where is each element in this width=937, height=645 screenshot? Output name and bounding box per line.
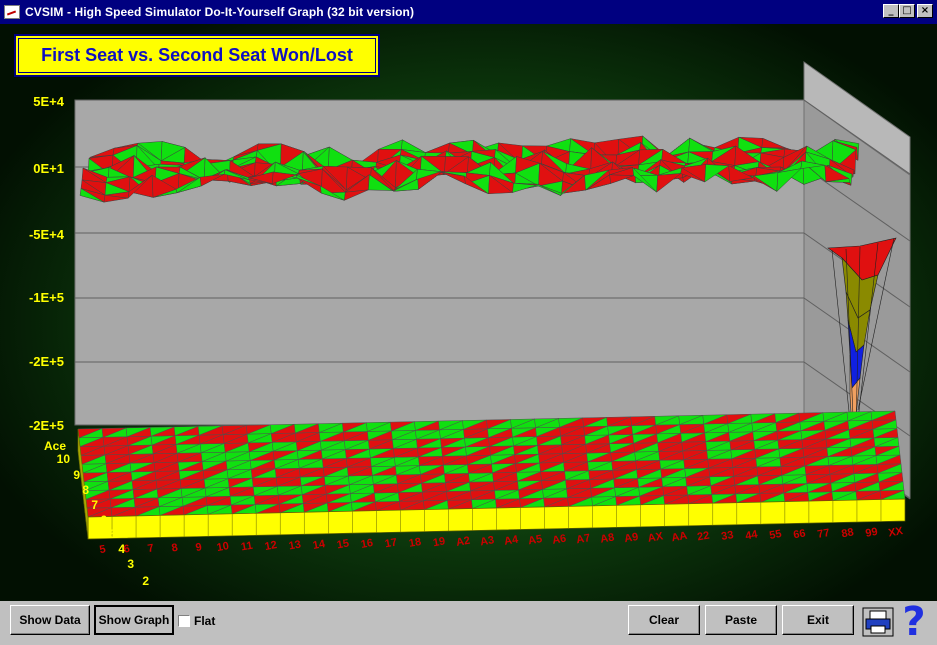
- x-tick-label: A6: [551, 533, 567, 547]
- y-tick-label: 3: [127, 557, 134, 571]
- x-tick-label: 9: [195, 541, 203, 554]
- x-tick-label: 6: [123, 543, 131, 556]
- window-controls: _ □ ×: [883, 4, 933, 18]
- x-tick-label: 44: [744, 528, 759, 542]
- x-tick-label: 22: [696, 530, 710, 544]
- flat-label: Flat: [194, 614, 215, 628]
- x-tick-label: 18: [408, 536, 422, 550]
- x-tick-label: 11: [240, 540, 254, 554]
- flat-option[interactable]: Flat: [178, 614, 215, 628]
- floor-mesh: [78, 411, 905, 517]
- flat-checkbox[interactable]: [178, 615, 190, 627]
- show-graph-button[interactable]: Show Graph: [94, 605, 174, 635]
- x-tick-label: A9: [623, 531, 639, 545]
- app-graph-icon[interactable]: [4, 5, 20, 19]
- window-title: CVSIM - High Speed Simulator Do-It-Yours…: [25, 5, 414, 19]
- y-tick-label: 8: [82, 483, 89, 497]
- printer-icon[interactable]: [862, 607, 894, 637]
- y-tick-label: 2: [142, 574, 149, 588]
- surface-plot: 5E+40E+1-5E+4-1E+5-2E+5-2E+5 Ace10987654…: [0, 24, 937, 601]
- y-tick-label: Ace: [44, 439, 66, 453]
- x-tick-label: AA: [671, 530, 689, 545]
- x-tick-label: 10: [216, 540, 230, 554]
- x-tick-label: 88: [841, 526, 855, 540]
- x-tick-label: 33: [720, 529, 734, 543]
- x-tick-label: 17: [384, 536, 398, 550]
- z-tick-label: -2E+5: [29, 354, 64, 369]
- x-tick-label: 8: [171, 542, 179, 555]
- clear-button[interactable]: Clear: [628, 605, 700, 635]
- x-tick-label: A7: [575, 532, 591, 546]
- x-tick-label: 5: [99, 543, 107, 556]
- y-tick-label: 10: [57, 452, 71, 466]
- y-tick-label: 6: [100, 513, 107, 527]
- x-tick-label: 14: [312, 538, 327, 552]
- x-tick-label: 99: [865, 526, 879, 540]
- minimize-button[interactable]: _: [883, 4, 899, 18]
- paste-button[interactable]: Paste: [705, 605, 777, 635]
- exit-button[interactable]: Exit: [782, 605, 854, 635]
- x-tick-label: AX: [647, 530, 665, 545]
- z-tick-label: -1E+5: [29, 290, 64, 305]
- maximize-button[interactable]: □: [899, 4, 915, 18]
- y-tick-label: 7: [91, 498, 98, 512]
- x-tick-label: 7: [147, 542, 155, 555]
- chart-title-box: First Seat vs. Second Seat Won/Lost: [14, 34, 380, 77]
- z-tick-label: 5E+4: [33, 94, 64, 109]
- x-tick-label: 77: [817, 527, 831, 541]
- x-tick-label: 66: [792, 527, 806, 541]
- z-tick-label: -2E+5: [29, 418, 64, 433]
- x-tick-label: 15: [336, 537, 350, 551]
- title-bar: CVSIM - High Speed Simulator Do-It-Yours…: [0, 0, 937, 24]
- x-tick-label: 16: [360, 537, 374, 551]
- help-icon[interactable]: ?: [896, 603, 932, 641]
- x-tick-label: 12: [264, 539, 278, 553]
- x-tick-label: 55: [768, 528, 782, 542]
- x-tick-label: 19: [432, 535, 446, 549]
- close-button[interactable]: ×: [917, 4, 933, 18]
- button-bar: Show Data Show Graph Flat Clear Paste Ex…: [0, 601, 937, 643]
- show-data-button[interactable]: Show Data: [10, 605, 90, 635]
- y-tick-label: 5: [109, 527, 116, 541]
- chart-title: First Seat vs. Second Seat Won/Lost: [41, 45, 353, 66]
- graph-area: 5E+40E+1-5E+4-1E+5-2E+5-2E+5 Ace10987654…: [0, 24, 937, 601]
- y-tick-label: 9: [73, 468, 80, 482]
- x-tick-label: A3: [479, 534, 495, 548]
- x-tick-label: XX: [887, 525, 904, 539]
- x-tick-label: A4: [503, 533, 520, 547]
- z-axis-labels: 5E+4 0E+1 -5E+4 -1E+5 -2E+5 -2E+5: [29, 94, 65, 433]
- x-tick-label: 13: [288, 539, 302, 553]
- x-tick-label: A2: [455, 535, 471, 549]
- z-tick-label: -5E+4: [29, 227, 65, 242]
- x-tick-label: A5: [527, 533, 543, 547]
- x-tick-label: A8: [599, 532, 615, 546]
- z-tick-label: 0E+1: [33, 161, 64, 176]
